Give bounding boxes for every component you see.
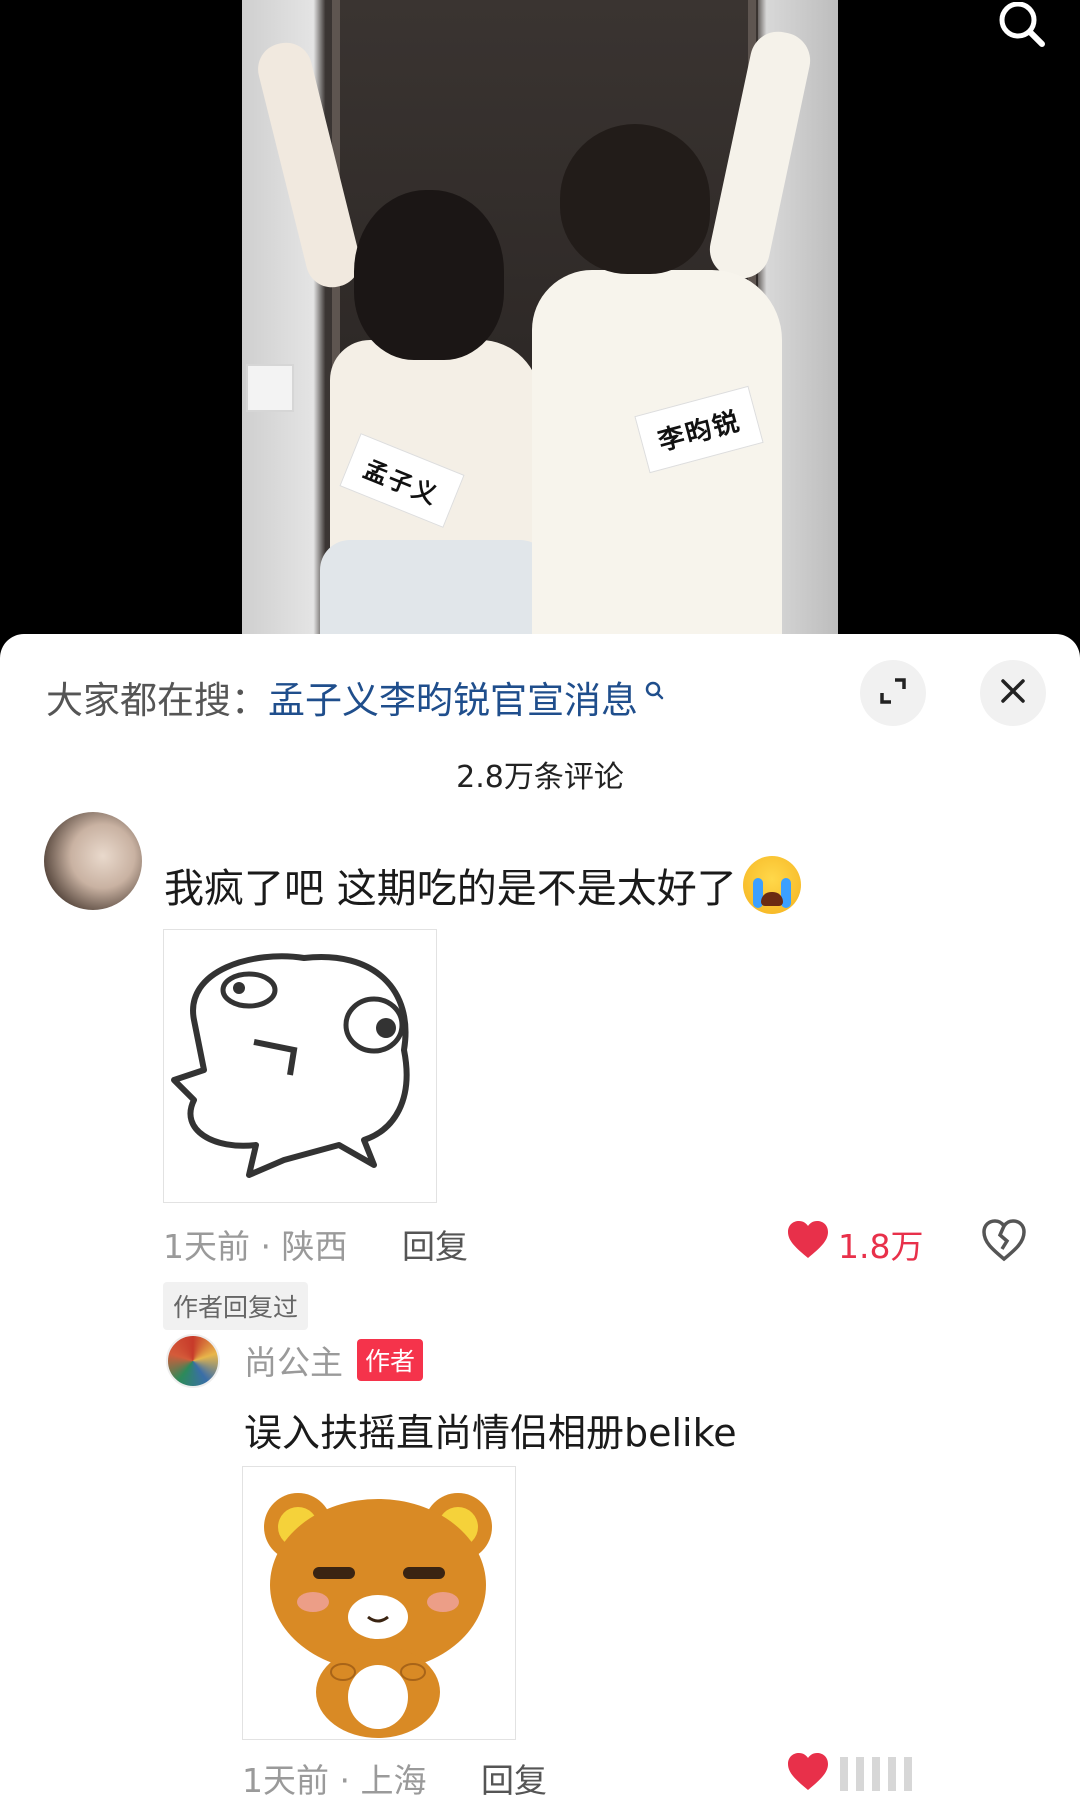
- post-photo[interactable]: 孟子义 李昀锐: [242, 0, 838, 640]
- comment-meta: 1天前 · 陕西 回复: [163, 1220, 468, 1268]
- reply-author: 尚公主 作者: [244, 1336, 424, 1384]
- crying-face-icon: [742, 856, 801, 914]
- heart-filled-icon: [786, 1220, 830, 1268]
- comment-body: 我疯了吧 这期吃的是不是太好了: [164, 866, 737, 912]
- comments-count: 2.8万条评论: [456, 760, 624, 795]
- comments-sheet: 大家都在搜： 孟子义李昀锐官宣消息 2.8万条评论 我疯了吧 这期吃的是不是太好…: [0, 634, 1080, 1799]
- comment-body: 误入扶摇直尚情侣相册belike: [244, 1411, 737, 1455]
- comment-sticker-image[interactable]: [242, 1466, 516, 1740]
- username[interactable]: 尚公主: [244, 1336, 343, 1384]
- separator: ·: [339, 1761, 361, 1799]
- photo-figure: [560, 124, 710, 274]
- photo-light-switch: [246, 364, 294, 412]
- comment-time: 1天前: [163, 1227, 250, 1266]
- search-icon[interactable]: [990, 1, 1052, 52]
- like-count: 1.8万: [838, 1227, 924, 1266]
- hot-search-prefix: 大家都在搜：: [46, 679, 268, 722]
- search-icon: [644, 668, 666, 711]
- reply-button[interactable]: 回复: [402, 1227, 468, 1266]
- expand-icon: [878, 676, 908, 710]
- photo-figure: [320, 540, 550, 640]
- like-button[interactable]: 1.8万: [786, 1220, 923, 1268]
- reply-button[interactable]: 回复: [481, 1761, 547, 1799]
- comment-time: 1天前: [242, 1761, 329, 1799]
- separator: ·: [260, 1227, 282, 1266]
- comment-location: 陕西: [281, 1227, 348, 1266]
- heart-filled-icon: [786, 1752, 830, 1796]
- hot-search-link[interactable]: 孟子义李昀锐官宣消息: [268, 670, 638, 724]
- comment-sticker-image[interactable]: [163, 929, 437, 1203]
- like-button[interactable]: [786, 1752, 912, 1796]
- comment-text: 我疯了吧 这期吃的是不是太好了: [164, 856, 801, 914]
- comment-meta: 1天前 · 上海 回复: [242, 1754, 547, 1799]
- close-button[interactable]: [980, 660, 1046, 726]
- avatar[interactable]: [166, 1334, 220, 1388]
- expand-button[interactable]: [860, 660, 926, 726]
- hot-search-bar[interactable]: 大家都在搜： 孟子义李昀锐官宣消息: [46, 670, 666, 724]
- avatar[interactable]: [44, 812, 142, 910]
- author-badge: 作者: [357, 1339, 424, 1381]
- broken-heart-icon[interactable]: [980, 1217, 1028, 1265]
- photo-figure: [354, 190, 504, 360]
- author-replied-tag: 作者回复过: [163, 1282, 309, 1330]
- like-count-obscured: [840, 1757, 912, 1791]
- close-icon: [999, 677, 1027, 709]
- app-root: 孟子义 李昀锐 大家都在搜： 孟子义李昀锐官宣消息 2.8万条评论 我疯了吧 这…: [0, 0, 1080, 1799]
- comment-location: 上海: [360, 1761, 427, 1799]
